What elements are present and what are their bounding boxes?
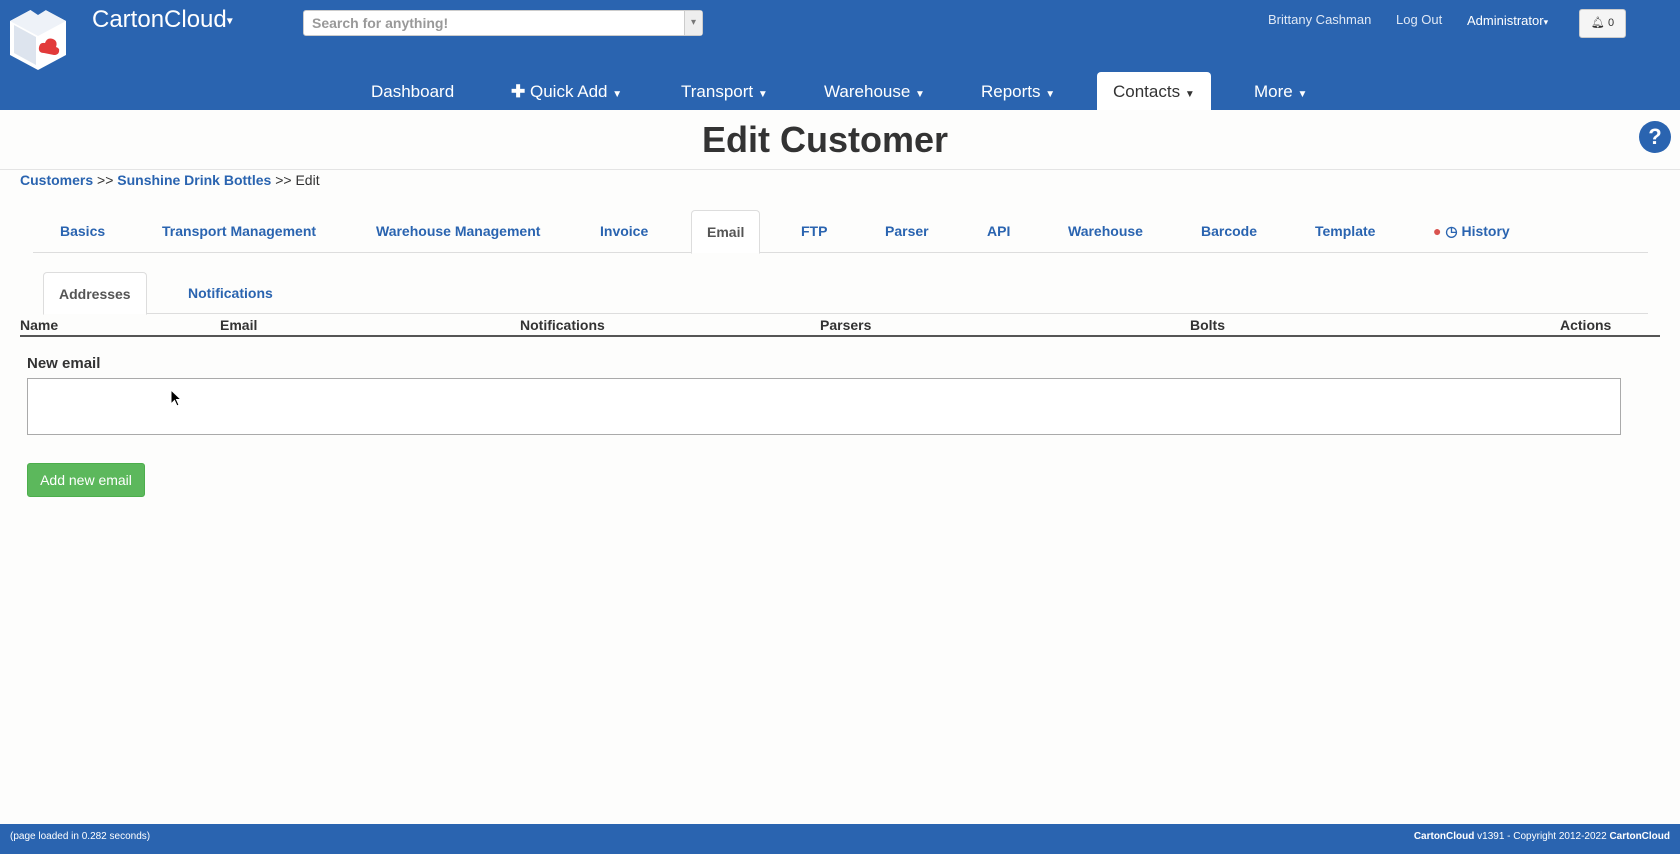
notifications-button[interactable]: 🔔︎ 0 — [1579, 9, 1626, 38]
nav-quick-add[interactable]: ✚ Quick Add ▼ — [511, 72, 622, 110]
brand-name: CartonCloud — [92, 6, 227, 33]
chevron-down-icon: ▼ — [915, 89, 925, 100]
tab-ftp[interactable]: FTP — [801, 210, 827, 253]
tab-email[interactable]: Email — [691, 210, 761, 254]
mouse-cursor-icon — [170, 389, 182, 407]
chevron-down-icon: ▼ — [612, 89, 623, 100]
user-name: Brittany Cashman — [1268, 12, 1372, 27]
clock-icon: ◷ — [1445, 223, 1458, 239]
footer-brand: CartonCloud — [1609, 831, 1670, 842]
new-email-field[interactable] — [27, 378, 1621, 435]
tab-parser[interactable]: Parser — [885, 210, 929, 253]
footer-brand: CartonCloud — [1413, 831, 1475, 842]
breadcrumb-customer[interactable]: Sunshine Drink Bottles — [117, 172, 271, 188]
tab-template[interactable]: Template — [1315, 210, 1375, 253]
add-new-email-button[interactable]: Add new email — [27, 463, 145, 497]
chevron-down-icon: ▼ — [1184, 89, 1195, 100]
nav-contacts[interactable]: Contacts ▼ — [1097, 72, 1211, 110]
bell-icon: 🔔︎ — [1590, 17, 1605, 29]
nav-dashboard[interactable]: Dashboard — [371, 72, 454, 110]
email-table-header: Name Email Notifications Parsers Bolts A… — [20, 315, 1660, 337]
nav-more[interactable]: More ▼ — [1254, 72, 1307, 110]
nav-transport[interactable]: Transport ▼ — [681, 72, 768, 110]
user-icon: ● — [1433, 223, 1442, 239]
column-header: Email — [220, 317, 258, 333]
chevron-down-icon: ▾ — [226, 13, 233, 28]
cartoncloud-logo[interactable] — [6, 3, 70, 73]
nav-warehouse[interactable]: Warehouse ▼ — [824, 72, 925, 110]
tab-warehouse[interactable]: Warehouse — [1068, 210, 1143, 253]
subtab-notifications[interactable]: Notifications — [188, 272, 273, 314]
nav-reports[interactable]: Reports ▼ — [981, 72, 1055, 110]
customer-tabs: Basics Transport Management Warehouse Ma… — [33, 210, 1648, 254]
nav-label: More — [1254, 82, 1293, 101]
top-header: CartonCloud▾ ▾ Brittany Cashman Log Out … — [0, 0, 1680, 110]
nav-label: Reports — [981, 82, 1041, 101]
tab-transport-management[interactable]: Transport Management — [162, 210, 316, 253]
notifications-count: 0 — [1607, 17, 1615, 29]
new-email-label: New email — [27, 355, 101, 372]
subtab-addresses[interactable]: Addresses — [43, 272, 147, 315]
nav-label: Warehouse — [824, 82, 911, 101]
title-bar: Edit Customer — [0, 110, 1680, 170]
tab-warehouse-management[interactable]: Warehouse Management — [376, 210, 540, 253]
footer-copyright-text: v1391 - Copyright 2012-2022 — [1477, 831, 1607, 842]
nav-label: Quick Add — [529, 82, 608, 101]
role-menu[interactable]: Administrator▾ — [1467, 13, 1548, 28]
global-search[interactable]: ▾ — [303, 10, 703, 36]
copyright: CartonCloud v1391 - Copyright 2012-2022 … — [1414, 831, 1670, 842]
nav-label: Dashboard — [371, 82, 455, 101]
column-header: Bolts — [1190, 317, 1225, 333]
footer: (page loaded in 0.282 seconds) CartonClo… — [0, 824, 1680, 854]
main-nav: Dashboard ✚ Quick Add ▼ Transport ▼ Ware… — [0, 72, 1680, 110]
nav-label: Transport — [681, 82, 754, 101]
plus-icon: ✚ — [511, 82, 526, 101]
breadcrumb-separator: >> — [97, 172, 114, 188]
tab-barcode[interactable]: Barcode — [1201, 210, 1257, 253]
role-label: Administrator — [1467, 13, 1544, 28]
chevron-down-icon: ▾ — [1543, 17, 1549, 27]
tab-label: History — [1461, 223, 1510, 239]
breadcrumb-separator: >> — [275, 172, 292, 188]
chevron-down-icon: ▼ — [1297, 89, 1308, 100]
search-input[interactable] — [304, 11, 674, 35]
tab-history[interactable]: ● ◷ History — [1433, 210, 1510, 253]
column-header: Name — [20, 317, 59, 333]
column-header: Actions — [1560, 317, 1612, 333]
brand-menu[interactable]: CartonCloud▾ — [92, 6, 233, 34]
help-icon[interactable]: ? — [1639, 121, 1671, 153]
breadcrumb-customers[interactable]: Customers — [20, 172, 93, 188]
breadcrumb-current: Edit — [295, 172, 320, 188]
tab-invoice[interactable]: Invoice — [600, 210, 648, 253]
breadcrumb: Customers >> Sunshine Drink Bottles >> E… — [20, 172, 320, 188]
page-load-time: (page loaded in 0.282 seconds) — [10, 831, 151, 842]
column-header: Notifications — [520, 317, 605, 333]
logout-link[interactable]: Log Out — [1396, 12, 1442, 27]
chevron-down-icon: ▼ — [1045, 89, 1056, 100]
tab-api[interactable]: API — [987, 210, 1010, 253]
nav-label: Contacts — [1113, 82, 1181, 101]
page-title: Edit Customer — [701, 119, 949, 160]
chevron-down-icon: ▼ — [757, 89, 768, 100]
column-header: Parsers — [820, 317, 872, 333]
tab-basics[interactable]: Basics — [60, 210, 105, 253]
email-subtabs: Addresses Notifications — [43, 272, 1648, 315]
search-dropdown-icon[interactable]: ▾ — [684, 11, 702, 35]
